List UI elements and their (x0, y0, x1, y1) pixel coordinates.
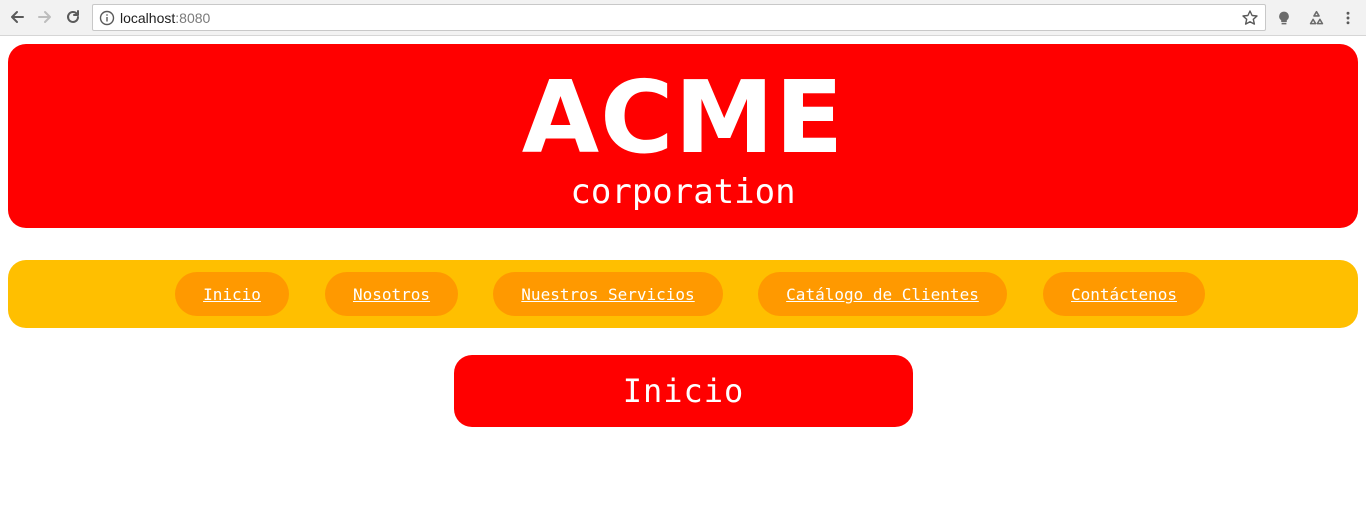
site-title: ACME (521, 59, 845, 176)
url-host: localhost (120, 10, 176, 26)
nav-link-contactenos[interactable]: Contáctenos (1071, 285, 1177, 304)
back-arrow-icon (11, 11, 24, 23)
url-port: :8080 (175, 10, 211, 26)
site-subtitle: corporation (570, 172, 796, 212)
browser-menu-button[interactable] (1338, 8, 1358, 28)
url-text: localhost:8080 (120, 10, 210, 26)
info-icon[interactable] (99, 10, 115, 26)
nav-link-catalogo[interactable]: Catálogo de Clientes (786, 285, 979, 304)
nav-item-contactenos[interactable]: Contáctenos (1043, 272, 1205, 316)
address-bar[interactable]: localhost:8080 (92, 4, 1266, 31)
forward-button[interactable] (34, 6, 56, 28)
forward-arrow-icon (38, 11, 51, 23)
nav-link-nosotros[interactable]: Nosotros (353, 285, 430, 304)
page-heading-box: Inicio (454, 355, 913, 427)
main-nav: Inicio Nosotros Nuestros Servicios Catál… (8, 260, 1358, 328)
nav-item-nosotros[interactable]: Nosotros (325, 272, 458, 316)
nav-item-catalogo[interactable]: Catálogo de Clientes (758, 272, 1007, 316)
extension-lightbulb[interactable] (1274, 8, 1294, 28)
recycle-icon (1309, 10, 1323, 24)
kebab-menu-icon (1346, 11, 1350, 25)
nav-item-servicios[interactable]: Nuestros Servicios (493, 272, 723, 316)
reload-button[interactable] (62, 6, 84, 28)
reload-icon (67, 10, 79, 23)
lightbulb-icon (1279, 11, 1289, 25)
nav-link-inicio[interactable]: Inicio (203, 285, 261, 304)
nav-item-inicio[interactable]: Inicio (175, 272, 289, 316)
browser-toolbar: localhost:8080 (0, 0, 1366, 36)
nav-link-servicios[interactable]: Nuestros Servicios (521, 285, 694, 304)
page-title: Inicio (622, 372, 745, 410)
star-icon[interactable] (1241, 9, 1259, 27)
extension-recycle[interactable] (1306, 8, 1326, 28)
site-header: ACME corporation (8, 44, 1358, 228)
back-button[interactable] (6, 6, 28, 28)
